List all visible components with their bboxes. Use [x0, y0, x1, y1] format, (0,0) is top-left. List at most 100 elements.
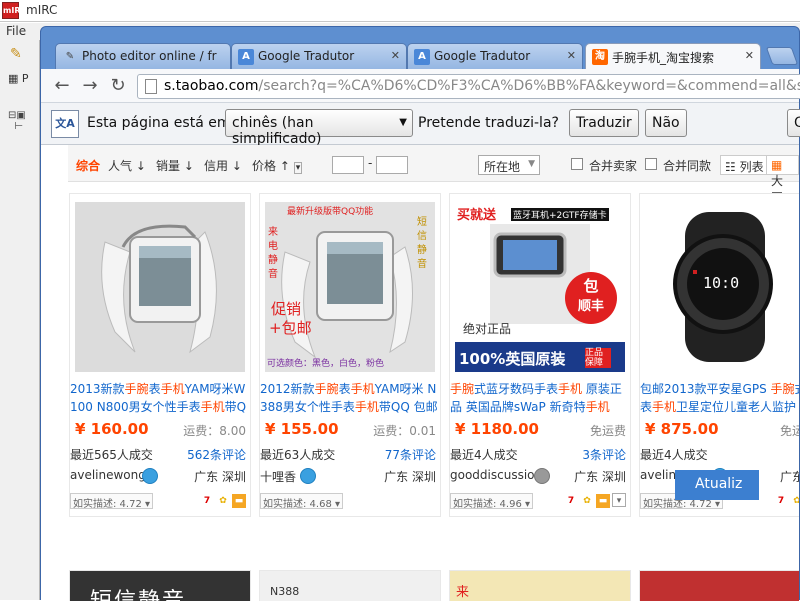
product-image[interactable]: 10:0 [645, 202, 799, 372]
product-image[interactable]: 买就送 蓝牙耳机+2GTF存储卡 包 顺丰 绝对正品 100%英国原装 正品保障 [455, 202, 625, 372]
sold-count: 最近4人成交 [450, 448, 518, 462]
reload-icon[interactable]: ↻ [107, 75, 129, 97]
product-card-partial[interactable]: 短信静音 [69, 570, 251, 601]
dropdown-icon: ▾ [711, 499, 721, 510]
card-icon: ▬ [232, 494, 246, 508]
flower-icon: ✿ [219, 496, 227, 506]
free-shipping-badge: 包 顺丰 [565, 272, 617, 324]
merge-seller-checkbox[interactable] [571, 158, 583, 170]
close-icon[interactable]: ✕ [567, 49, 576, 62]
product-card-partial[interactable]: N388 [259, 570, 441, 601]
options-button[interactable]: O [787, 109, 800, 137]
rating-badge[interactable]: 如实描述: 4.96 ▾ [450, 493, 534, 510]
tab-google-translate-1[interactable]: A Google Tradutor ✕ [231, 43, 407, 69]
product-price: ¥ 160.00 [75, 420, 149, 438]
image-text-promo2: +包邮 [269, 319, 312, 337]
product-card[interactable]: 最新升级版带QQ功能 来电静音 短信静音 促销 +包邮 可选颜色：黑色，白色，粉… [259, 193, 441, 517]
dropdown-icon: ▾ [293, 162, 303, 174]
rating-badge[interactable]: 如实描述: 4.72 ▾ [70, 493, 154, 510]
product-card-partial[interactable] [639, 570, 799, 601]
translate-icon: 文A [51, 110, 79, 138]
sort-comprehensive[interactable]: 综合 [76, 157, 100, 174]
seller-name[interactable]: avelinewong [70, 468, 146, 482]
google-translate-icon: A [238, 49, 254, 65]
wangwang-icon[interactable] [300, 468, 316, 484]
back-icon[interactable]: ← [51, 75, 73, 97]
arrow-up-icon: ↑ [279, 159, 290, 173]
seller-location: 广东 [779, 470, 799, 484]
product-title[interactable]: 2013新款手腕表手机YAM呀米W100 N800男女个性手表手机带QQ [70, 380, 252, 416]
no-button[interactable]: Não [645, 109, 687, 137]
page-content: 综合 人气 ↓ 销量 ↓ 信用 ↓ 价格 ↑ ▾ - 所在地 ▼ 合并卖家 合并同… [41, 145, 799, 601]
grid-view-button[interactable]: ▦ 大图 [766, 155, 799, 205]
product-price: ¥ 155.00 [265, 420, 339, 438]
wangwang-icon[interactable] [142, 468, 158, 484]
channel-list-button[interactable]: ▦ P [8, 72, 34, 92]
flower-icon: ✿ [793, 496, 799, 506]
sort-sales[interactable]: 销量 ↓ [156, 157, 194, 174]
browser-window: ✎ Photo editor online / fr A Google Trad… [40, 26, 800, 601]
language-select[interactable]: chinês (han simplificado) ▼ [225, 109, 413, 147]
seller-name[interactable]: 十哩香 [260, 468, 296, 485]
forward-icon[interactable]: → [79, 75, 101, 97]
sort-popularity[interactable]: 人气 ↓ [108, 157, 146, 174]
review-count[interactable]: 77条评论 [385, 446, 436, 463]
pencil-icon[interactable]: ✎ [10, 46, 32, 66]
dropdown-icon: ▾ [521, 499, 531, 510]
product-title[interactable]: 手腕式蓝牙数码手表手机 原装正品 英国品牌sWaP 新奇特手机 [450, 380, 632, 416]
rating-badge[interactable]: 如实描述: 4.68 ▾ [260, 493, 344, 510]
product-image[interactable]: 最新升级版带QQ功能 来电静音 短信静音 促销 +包邮 可选颜色：黑色，白色，粉… [265, 202, 435, 372]
sold-count: 最近565人成交 [70, 448, 153, 462]
image-text-auth: 绝对正品 [463, 322, 512, 336]
mirc-title: mIRC [26, 3, 58, 17]
merge-seller-label: 合并卖家 [589, 159, 638, 173]
image-text-right: 短信静音 [417, 217, 427, 270]
menu-file[interactable]: File [6, 24, 26, 38]
update-notice[interactable]: Atualiz [675, 470, 759, 500]
dropdown-icon: ▾ [331, 499, 341, 510]
arrow-down-icon: ↓ [231, 159, 242, 173]
seller-location: 广东 深圳 [194, 470, 246, 484]
mirc-sidebar: ✎ ▦ P ⊟▣ ⊢ [0, 40, 40, 600]
price-max-input[interactable] [376, 156, 408, 174]
price-separator: - [368, 156, 373, 170]
close-icon[interactable]: ✕ [391, 49, 400, 62]
product-card[interactable]: 10:0 包邮2013款平安星GPS 手腕式手表手机卫星定位儿童老人监护 ¥ 8… [639, 193, 799, 517]
list-view-button[interactable]: ☷ 列表 [720, 155, 769, 175]
sold-count: 最近4人成交 [640, 448, 708, 462]
address-bar[interactable]: s.taobao.com/search?q=%CA%D6%CD%F3%CA%D6… [137, 74, 800, 99]
price-min-input[interactable] [332, 156, 364, 174]
sort-bar: 综合 人气 ↓ 销量 ↓ 信用 ↓ 价格 ↑ ▾ - 所在地 ▼ 合并卖家 合并同… [68, 145, 799, 205]
google-translate-icon: A [414, 49, 430, 65]
translate-question: Pretende traduzi-la? [418, 115, 559, 131]
dropdown-icon: ▾ [141, 499, 151, 510]
sort-credit[interactable]: 信用 ↓ [204, 157, 242, 174]
product-price: ¥ 1180.00 [455, 420, 539, 438]
tab-photo-editor[interactable]: ✎ Photo editor online / fr [55, 43, 231, 69]
photo-editor-icon: ✎ [65, 51, 75, 62]
watch-time: 10:0 [703, 274, 740, 292]
product-card[interactable]: 买就送 蓝牙耳机+2GTF存储卡 包 顺丰 绝对正品 100%英国原装 正品保障… [449, 193, 631, 517]
sort-price[interactable]: 价格 ↑ ▾ [252, 157, 303, 174]
review-count[interactable]: 562条评论 [187, 446, 246, 463]
product-title[interactable]: 2012新款手腕表手机YAM呀米 N388男女个性手表手机带QQ 包邮 [260, 380, 442, 416]
tab-google-translate-2[interactable]: A Google Tradutor ✕ [407, 43, 583, 69]
tab-taobao[interactable]: 淘 手腕手机_淘宝搜索 ✕ [585, 43, 761, 70]
new-tab-button[interactable] [765, 47, 799, 65]
close-icon[interactable]: ✕ [745, 49, 754, 62]
translate-button[interactable]: Traduzir [569, 109, 639, 137]
treebar[interactable]: ⊟▣ ⊢ [8, 110, 36, 140]
product-title[interactable]: 包邮2013款平安星GPS 手腕式手表手机卫星定位儿童老人监护 [640, 380, 799, 416]
merge-same-label: 合并同款 [663, 159, 712, 173]
product-card-partial[interactable]: 来 [449, 570, 631, 601]
review-count[interactable]: 3条评论 [582, 446, 626, 463]
product-card[interactable]: 2013新款手腕表手机YAM呀米W100 N800男女个性手表手机带QQ ¥ 1… [69, 193, 251, 517]
seller-name[interactable]: gooddiscussion [450, 468, 542, 482]
merge-same-checkbox[interactable] [645, 158, 657, 170]
location-select[interactable]: 所在地 ▼ [478, 155, 540, 175]
shipping-fee: 运费：0.01 [373, 424, 436, 438]
card-icon: ▬ [596, 494, 610, 508]
shipping-fee: 运费：8.00 [183, 424, 246, 438]
product-image[interactable] [75, 202, 245, 372]
wangwang-icon[interactable] [534, 468, 550, 484]
